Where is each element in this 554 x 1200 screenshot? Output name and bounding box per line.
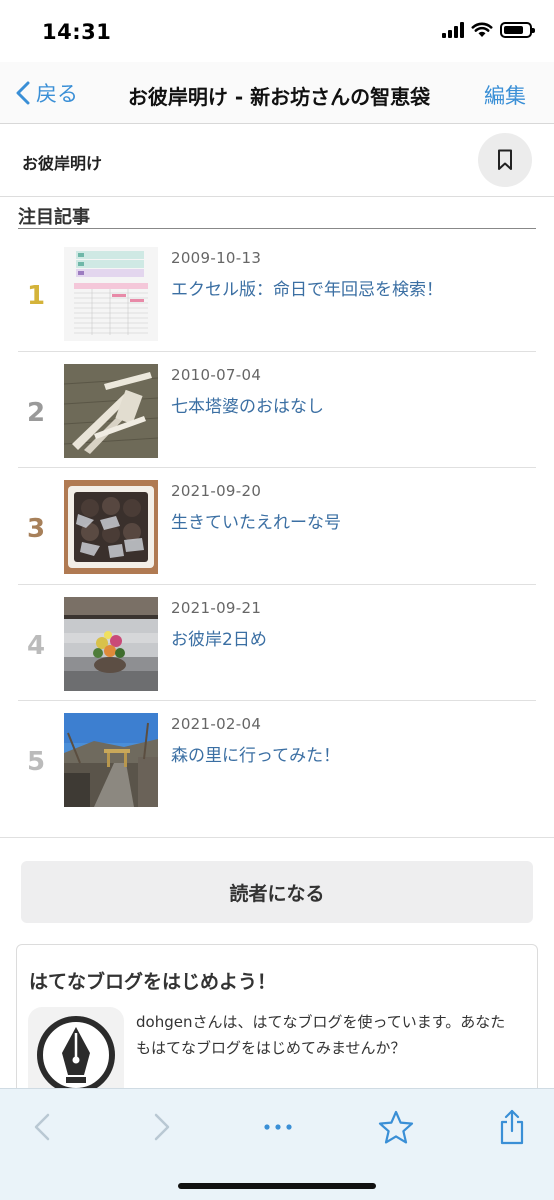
article-date: 2021-09-21	[171, 598, 262, 617]
edit-button[interactable]: 編集	[484, 80, 526, 110]
article-thumbnail[interactable]	[64, 713, 158, 807]
article-thumbnail[interactable]	[64, 596, 158, 691]
navigation-bar: 戻る お彼岸明け - 新お坊さんの智恵袋 編集	[0, 62, 554, 124]
status-bar: 14:31	[0, 0, 554, 62]
page-title: お彼岸明け - 新お坊さんの智恵袋	[127, 85, 431, 109]
cellular-signal-icon	[442, 22, 464, 38]
section-divider	[18, 228, 536, 229]
list-divider	[0, 837, 554, 838]
back-button-label: 戻る	[36, 82, 78, 106]
back-button[interactable]: 戻る	[16, 78, 78, 108]
status-time: 14:31	[42, 20, 112, 44]
wifi-icon	[471, 22, 493, 37]
article-item[interactable]: 1 2009-10-13 エクセル版：命日で年回忌を検索！	[18, 235, 536, 352]
article-title-link[interactable]: お彼岸2日め	[171, 625, 267, 650]
status-icons	[442, 22, 535, 38]
article-item[interactable]: 4 2021-09-21 お彼岸2日め	[18, 585, 536, 701]
featured-article-list: 1 2009-10-13 エクセル版：命日で年回忌を検索！ 2 2010-07-…	[18, 235, 536, 818]
home-indicator	[178, 1183, 376, 1189]
article-title-link[interactable]: 森の里に行ってみた！	[171, 741, 340, 766]
rank-number: 4	[26, 630, 46, 661]
rank-number: 2	[26, 397, 46, 428]
article-thumbnail[interactable]	[64, 363, 158, 458]
article-date: 2021-09-20	[171, 482, 262, 500]
promo-description: dohgenさんは、はてなブログを使っています。あなたもはてなブログをはじめてみ…	[136, 1013, 506, 1057]
article-title-link[interactable]: エクセル版：命日で年回忌を検索！	[171, 275, 443, 300]
chevron-left-icon	[16, 81, 30, 105]
battery-icon	[500, 22, 535, 38]
star-icon[interactable]	[376, 1107, 416, 1147]
rank-number: 1	[26, 281, 46, 311]
subscribe-button[interactable]: 読者になる	[21, 861, 533, 923]
article-title-link[interactable]: 七本塔婆のおはなし	[171, 392, 324, 417]
more-dots-icon[interactable]	[258, 1107, 298, 1147]
article-date: 2010-07-04	[171, 365, 262, 384]
section-title: 注目記事	[18, 207, 90, 228]
forward-arrow-icon[interactable]	[142, 1107, 182, 1147]
article-item[interactable]: 2 2010-07-04 七本塔婆のおはなし	[18, 352, 536, 468]
rank-number: 5	[26, 747, 46, 777]
blog-name: お彼岸明け	[22, 154, 103, 173]
bookmark-button[interactable]	[478, 133, 532, 187]
article-thumbnail[interactable]	[64, 480, 158, 574]
back-arrow-icon[interactable]	[22, 1107, 62, 1147]
rank-number: 3	[26, 514, 46, 544]
blog-header: お彼岸明け	[0, 125, 554, 197]
article-thumbnail[interactable]	[64, 247, 158, 341]
article-date: 2009-10-13	[171, 249, 262, 267]
article-title-link[interactable]: 生きていたえれーな号	[171, 508, 341, 533]
article-date: 2021-02-04	[171, 715, 262, 733]
bookmark-icon	[498, 149, 512, 170]
share-icon[interactable]	[492, 1107, 532, 1147]
promo-title: はてなブログをはじめよう！	[29, 971, 277, 993]
article-item[interactable]: 3 2021-09-20 生きていたえれーな号	[18, 468, 536, 585]
article-item[interactable]: 5 2021-02-04 森の里に行ってみた！	[18, 701, 536, 818]
